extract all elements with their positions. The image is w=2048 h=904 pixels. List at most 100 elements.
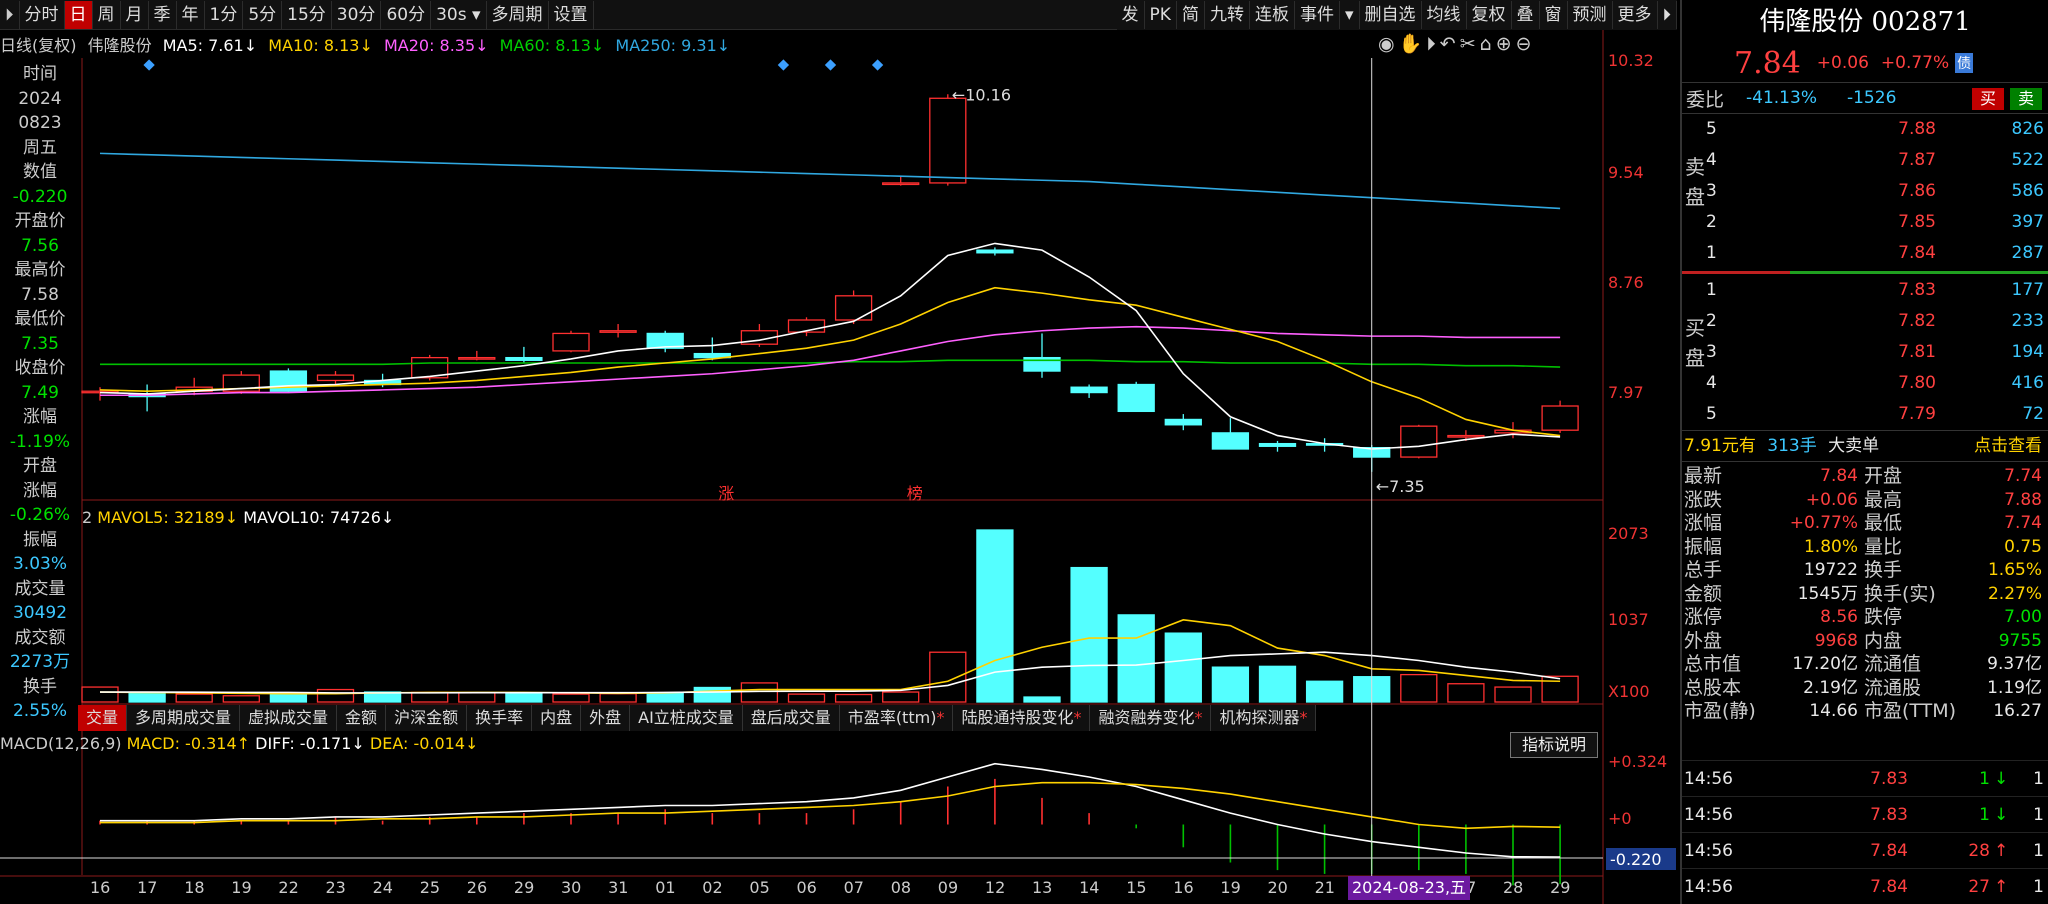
bid-row[interactable]: 1 7.83 177 bbox=[1682, 275, 2048, 306]
event-diamond-icon[interactable] bbox=[777, 59, 790, 71]
bid-row[interactable]: 4 7.80 416 bbox=[1682, 368, 2048, 399]
vol-axis-label: X100 bbox=[1608, 682, 1650, 701]
stat-label: 量比 bbox=[1864, 535, 1903, 558]
sell-button[interactable]: 卖 bbox=[2009, 88, 2042, 110]
indicator-tab-7[interactable]: 外盘 bbox=[581, 705, 631, 731]
indicator-help-button[interactable]: 指标说明 bbox=[1510, 732, 1598, 758]
diff-value: DIFF: -0.171↓ bbox=[255, 734, 365, 753]
bond-badge[interactable]: 债 bbox=[1955, 53, 1974, 73]
ask-row[interactable]: 4 7.87 522 bbox=[1682, 145, 2048, 176]
tick-dir-icon: ↓ bbox=[1994, 769, 2009, 789]
stat-value: 0.75 bbox=[2004, 536, 2042, 557]
tick-num: 1 bbox=[2033, 877, 2044, 897]
indicator-tab-5[interactable]: 换手率 bbox=[467, 705, 533, 731]
indicator-tab-8[interactable]: AI立桩成交量 bbox=[630, 705, 743, 731]
tick-row[interactable]: 14:56 7.83 1 ↓ 1 bbox=[1682, 796, 2048, 832]
ask-row[interactable]: 2 7.85 397 bbox=[1682, 207, 2048, 238]
tick-volume: 1 bbox=[1979, 805, 1990, 825]
ask-row[interactable]: 3 7.86 586 bbox=[1682, 176, 2048, 207]
date-tick: 17 bbox=[137, 878, 158, 897]
ask-volume: 397 bbox=[2011, 212, 2044, 232]
big-order-link[interactable]: 点击查看 bbox=[1974, 431, 2042, 461]
volume-bar bbox=[1494, 686, 1532, 703]
ask-row[interactable]: 5 7.88 826 bbox=[1682, 114, 2048, 145]
volume-bar bbox=[929, 651, 967, 703]
tick-row[interactable]: 14:56 7.84 27 ↑ 1 bbox=[1682, 868, 2048, 904]
ask-price: 7.87 bbox=[1898, 150, 1936, 170]
bid-row[interactable]: 2 7.82 233 bbox=[1682, 306, 2048, 337]
tick-dir-icon: ↑ bbox=[1994, 841, 2009, 861]
macd-axis-label: +0 bbox=[1608, 809, 1632, 828]
indicator-tab-6[interactable]: 内盘 bbox=[532, 705, 582, 731]
ask-book: 卖盘 5 7.88 826 4 7.87 522 3 7.86 586 2 7.85 397 1 7.84… bbox=[1682, 114, 2048, 269]
indicator-tab-3[interactable]: 金额 bbox=[337, 705, 387, 731]
candle bbox=[458, 356, 496, 360]
candle bbox=[552, 332, 590, 352]
stat-value: 19722 bbox=[1803, 560, 1858, 580]
kline-chart[interactable]: ←10.16 ←7.35 涨 榜 10.32 9.54 8.76 7.97 2073 1037 X1… bbox=[0, 0, 1680, 904]
ask-row[interactable]: 1 7.84 287 bbox=[1682, 238, 2048, 269]
volume-bar bbox=[693, 686, 731, 703]
date-tick: 16 bbox=[90, 878, 111, 897]
tab-dot-icon: * bbox=[1073, 708, 1082, 727]
indicator-tab-9[interactable]: 盘后成交量 bbox=[742, 705, 840, 731]
tick-row[interactable]: 14:56 7.83 1 ↓ 1 bbox=[1682, 760, 2048, 796]
bid-row[interactable]: 3 7.81 194 bbox=[1682, 337, 2048, 368]
indicator-tab-13[interactable]: 机构探测器* bbox=[1211, 705, 1317, 731]
tab-dot-icon: * bbox=[1194, 708, 1203, 727]
dea-value: DEA: -0.014↓ bbox=[369, 734, 479, 753]
tick-row[interactable]: 14:56 7.84 28 ↑ 1 bbox=[1682, 832, 2048, 868]
stat-value: 16.27 bbox=[1993, 701, 2042, 721]
ask-price: 7.84 bbox=[1898, 243, 1936, 263]
bid-level: 2 bbox=[1706, 311, 1717, 331]
event-diamond-icon[interactable] bbox=[143, 59, 155, 71]
bid-row[interactable]: 5 7.79 72 bbox=[1682, 399, 2048, 430]
bid-volume: 416 bbox=[2011, 373, 2044, 393]
date-tick: 01 bbox=[655, 878, 676, 897]
candle bbox=[1211, 432, 1250, 450]
buy-button[interactable]: 买 bbox=[1971, 88, 2004, 110]
tab-label: 金额 bbox=[345, 708, 378, 727]
indicator-tab-12[interactable]: 融资融券变化* bbox=[1090, 705, 1212, 731]
bid-level: 4 bbox=[1706, 373, 1717, 393]
event-diamond-icon[interactable] bbox=[871, 59, 884, 71]
indicator-tab-4[interactable]: 沪深金额 bbox=[386, 705, 468, 731]
bid-price: 7.83 bbox=[1898, 280, 1936, 300]
volume-bar bbox=[882, 691, 920, 703]
stat-label: 涨停 bbox=[1684, 606, 1723, 628]
macd-legend: MACD(12,26,9) MACD: -0.314↑ DIFF: -0.171… bbox=[0, 734, 478, 753]
bid-volume: 194 bbox=[2011, 342, 2044, 362]
indicator-tab-10[interactable]: 市盈率(ttm)* bbox=[839, 705, 954, 731]
high-price-label: ←10.16 bbox=[952, 85, 1011, 104]
date-tick: 20 bbox=[1267, 878, 1288, 897]
stock-terminal: { "toolbar": { "items": ["分时","日","周","月… bbox=[0, 0, 2048, 904]
ask-volume: 287 bbox=[2011, 243, 2044, 263]
date-tick: 05 bbox=[749, 878, 770, 897]
ma250-line bbox=[99, 152, 1561, 210]
indicator-tab-1[interactable]: 多周期成交量 bbox=[127, 705, 241, 731]
tab-label: 多周期成交量 bbox=[135, 708, 232, 727]
vol-axis-label: 1037 bbox=[1608, 610, 1649, 629]
tick-price: 7.83 bbox=[1870, 805, 1908, 825]
stat-label: 外盘 bbox=[1684, 629, 1723, 652]
candle bbox=[599, 330, 637, 333]
tab-dot-icon: * bbox=[1299, 708, 1308, 727]
stat-value: 17.20亿 bbox=[1792, 654, 1858, 674]
big-order-price: 7.91元有 bbox=[1684, 436, 1756, 456]
tick-num: 1 bbox=[2033, 805, 2044, 825]
volume-bar bbox=[1023, 696, 1061, 703]
tab-label: 虚拟成交量 bbox=[248, 708, 329, 727]
quote-panel: 伟隆股份 002871 7.84 +0.06 +0.77% 债 委比 -41.1… bbox=[1680, 0, 2048, 904]
weibi-row: 委比 -41.13% -1526 买 卖 bbox=[1682, 82, 2048, 114]
event-diamond-icon[interactable] bbox=[824, 59, 837, 71]
indicator-tab-11[interactable]: 陆股通持股变化* bbox=[953, 705, 1091, 731]
volume-bar bbox=[505, 692, 543, 703]
date-tick: 23 bbox=[325, 878, 346, 897]
candle bbox=[1258, 442, 1297, 447]
indicator-tab-0[interactable]: 交量 bbox=[78, 705, 128, 731]
indicator-tab-2[interactable]: 虚拟成交量 bbox=[240, 705, 338, 731]
ask-price: 7.86 bbox=[1898, 181, 1936, 201]
volume-bar bbox=[599, 693, 637, 703]
volume-bar bbox=[316, 688, 355, 703]
macd-cursor-label: -0.220 bbox=[1610, 850, 1662, 869]
